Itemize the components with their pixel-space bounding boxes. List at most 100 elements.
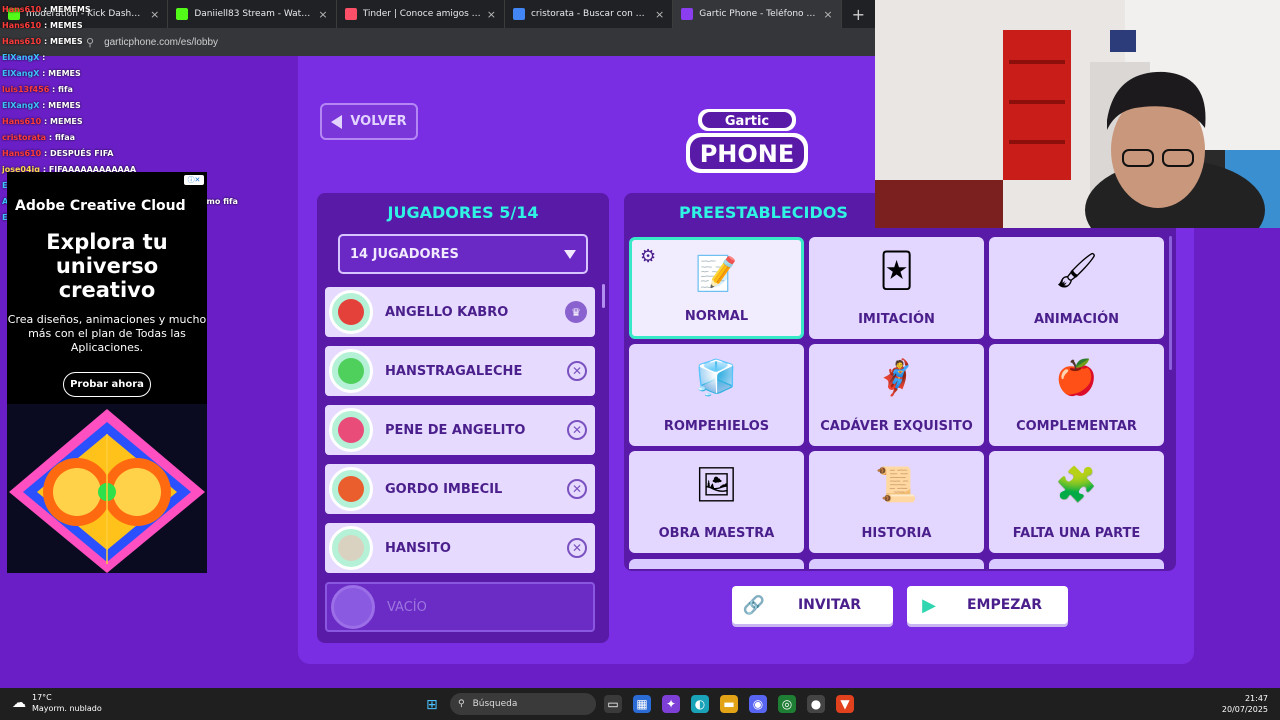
link-icon: 🔗 bbox=[742, 594, 766, 616]
player-name: HANSITO bbox=[385, 540, 451, 556]
chat-text: fifa bbox=[58, 85, 73, 94]
chat-message: ElXangX : bbox=[2, 53, 46, 62]
preset-label: ROMPEHIELOS bbox=[663, 419, 770, 434]
chat-username: Hans610 bbox=[2, 5, 42, 14]
logo-top-text: Gartic bbox=[725, 114, 769, 129]
windows-taskbar: ☁ 17°C Mayorm. nublado ⊞ ⚲ Búsqueda ▭ ▦ … bbox=[0, 688, 1280, 720]
start-label: EMPEZAR bbox=[966, 597, 1043, 613]
close-icon[interactable]: × bbox=[318, 8, 327, 21]
obs-icon[interactable]: ● bbox=[807, 695, 825, 713]
close-icon[interactable]: × bbox=[823, 8, 832, 21]
chat-username: Hans610 bbox=[2, 21, 42, 30]
preset-label: ANIMACIÓN bbox=[1033, 312, 1120, 327]
webcam-overlay bbox=[875, 0, 1280, 228]
preset-icon: 🍎 bbox=[1055, 358, 1098, 398]
clock-date: 20/07/2025 bbox=[1221, 705, 1268, 714]
chat-username: cristorata bbox=[2, 133, 47, 142]
new-tab-button[interactable]: + bbox=[842, 5, 875, 24]
weather-temp: 17°C bbox=[32, 693, 52, 702]
preset-card[interactable]: ⚙ 📝 NORMAL bbox=[629, 237, 804, 339]
chat-message: luis13f456 : fifa bbox=[2, 85, 73, 94]
gear-icon[interactable]: ⚙ bbox=[640, 246, 656, 267]
crown-icon: ♛ bbox=[565, 301, 587, 323]
ad-choices-icon[interactable]: ⓘ✕ bbox=[184, 175, 204, 185]
copilot-icon[interactable]: ✦ bbox=[662, 695, 680, 713]
tab-favicon-icon bbox=[681, 8, 694, 20]
empty-slot-label: VACÍO bbox=[387, 599, 427, 615]
ad-cta-button[interactable]: Probar ahora bbox=[63, 372, 151, 397]
players-scrollbar[interactable] bbox=[602, 284, 605, 308]
gartic-phone-logo: Gartic PHONE bbox=[686, 109, 808, 173]
close-icon[interactable]: × bbox=[487, 8, 496, 21]
chat-text: MEMES bbox=[50, 37, 83, 46]
player-count-value: 14 JUGADORES bbox=[350, 246, 459, 262]
weather-desc: Mayorm. nublado bbox=[32, 704, 102, 713]
task-view-icon[interactable]: ▭ bbox=[604, 695, 622, 713]
chat-message: Hans610 : DESPUÉS FIFA bbox=[2, 149, 114, 158]
empty-slot: VACÍO bbox=[325, 582, 595, 632]
close-icon[interactable]: × bbox=[655, 8, 664, 21]
player-row: PENE DE ANGELITO ✕ bbox=[325, 405, 595, 455]
player-row: HANSITO ✕ bbox=[325, 523, 595, 573]
store-icon[interactable]: ▦ bbox=[633, 695, 651, 713]
preset-card[interactable]: 🧩 FALTA UNA PARTE bbox=[989, 451, 1164, 553]
chat-text: MEMES bbox=[48, 101, 81, 110]
presets-scrollbar[interactable] bbox=[1169, 236, 1172, 370]
chat-username: ElXangX bbox=[2, 101, 40, 110]
player-row: ANGELLO KABRO ♛ bbox=[325, 287, 595, 337]
taskbar-search[interactable]: ⚲ Búsqueda bbox=[450, 693, 596, 715]
kick-player-button[interactable]: ✕ bbox=[567, 361, 587, 381]
player-row: HANSTRAGALECHE ✕ bbox=[325, 346, 595, 396]
preset-icon: 🖌 bbox=[1054, 251, 1099, 291]
chat-username: Hans610 bbox=[2, 37, 42, 46]
adobe-ad[interactable]: ⓘ✕ Adobe Creative Cloud Explora tu unive… bbox=[7, 172, 207, 573]
preset-card[interactable]: 📜 HISTORIA bbox=[809, 451, 984, 553]
ad-body: Crea diseños, animaciones y mucho más co… bbox=[7, 313, 207, 354]
preset-label: IMITACIÓN bbox=[858, 312, 935, 327]
weather-widget[interactable]: ☁ 17°C Mayorm. nublado bbox=[12, 692, 102, 714]
ad-brand: Adobe Creative Cloud bbox=[15, 198, 186, 214]
chat-text: MEMES bbox=[48, 69, 81, 78]
preset-card[interactable]: 🖼 OBRA MAESTRA bbox=[629, 451, 804, 553]
preset-card[interactable]: 🍎 COMPLEMENTAR bbox=[989, 344, 1164, 446]
preset-label: COMPLEMENTAR bbox=[1016, 419, 1137, 434]
chat-username: ElXangX bbox=[2, 69, 40, 78]
preset-card[interactable]: 🖌 ANIMACIÓN bbox=[989, 237, 1164, 339]
preset-label: FALTA UNA PARTE bbox=[1012, 526, 1141, 541]
preset-icon: 🧊 bbox=[695, 358, 738, 398]
back-arrow-icon bbox=[331, 114, 343, 129]
preset-icon: 🖼 bbox=[694, 465, 739, 505]
presets-grid: ⚙ 📝 NORMAL 🃏 IMITACIÓN 🖌 ANIMACIÓN 🧊 ROMPEHI… bbox=[629, 237, 1164, 553]
preset-card[interactable]: 🦸 CADÁVER EXQUISITO bbox=[809, 344, 984, 446]
start-button[interactable]: ▶ EMPEZAR bbox=[907, 586, 1068, 624]
ad-artwork bbox=[7, 404, 207, 573]
player-list: ANGELLO KABRO ♛ HANSTRAGALECHE ✕ PENE DE A… bbox=[325, 287, 595, 641]
kick-player-button[interactable]: ✕ bbox=[567, 420, 587, 440]
brave-icon[interactable]: ▼ bbox=[836, 695, 854, 713]
edge-icon[interactable]: ◐ bbox=[691, 695, 709, 713]
folder-icon[interactable]: ▬ bbox=[720, 695, 738, 713]
discord-icon[interactable]: ◉ bbox=[749, 695, 767, 713]
chrome-icon[interactable]: ◎ bbox=[778, 695, 796, 713]
tab-title: cristorata - Buscar con Google bbox=[530, 9, 649, 19]
taskbar-apps: ▭ ▦ ✦ ◐ ▬ ◉ ◎ ● ▼ bbox=[604, 695, 854, 713]
browser-tab[interactable]: Gartic Phone - Teléfono Descon × bbox=[673, 0, 842, 28]
kick-player-button[interactable]: ✕ bbox=[567, 479, 587, 499]
preset-card[interactable]: 🧊 ROMPEHIELOS bbox=[629, 344, 804, 446]
avatar bbox=[331, 585, 375, 629]
preset-card[interactable]: 🃏 IMITACIÓN bbox=[809, 237, 984, 339]
back-button[interactable]: VOLVER bbox=[320, 103, 418, 140]
invite-button[interactable]: 🔗 INVITAR bbox=[732, 586, 893, 624]
windows-start-icon[interactable]: ⊞ bbox=[426, 697, 438, 713]
browser-tab[interactable]: cristorata - Buscar con Google × bbox=[505, 0, 674, 28]
preset-label: OBRA MAESTRA bbox=[658, 526, 775, 541]
kick-player-button[interactable]: ✕ bbox=[567, 538, 587, 558]
chat-message: Hans610 : MEMES bbox=[2, 117, 83, 126]
browser-tab[interactable]: Tinder | Conoce amigos y gente × bbox=[337, 0, 505, 28]
chat-username: luis13f456 bbox=[2, 85, 50, 94]
player-count-select[interactable]: 14 JUGADORES bbox=[338, 234, 588, 274]
clock[interactable]: 21:47 20/07/2025 bbox=[1222, 693, 1268, 715]
preset-label: NORMAL bbox=[684, 309, 749, 324]
presets-panel: PREESTABLECIDOS ⚙ 📝 NORMAL 🃏 IMITACIÓN 🖌 AN… bbox=[624, 193, 1176, 571]
avatar bbox=[329, 467, 373, 511]
